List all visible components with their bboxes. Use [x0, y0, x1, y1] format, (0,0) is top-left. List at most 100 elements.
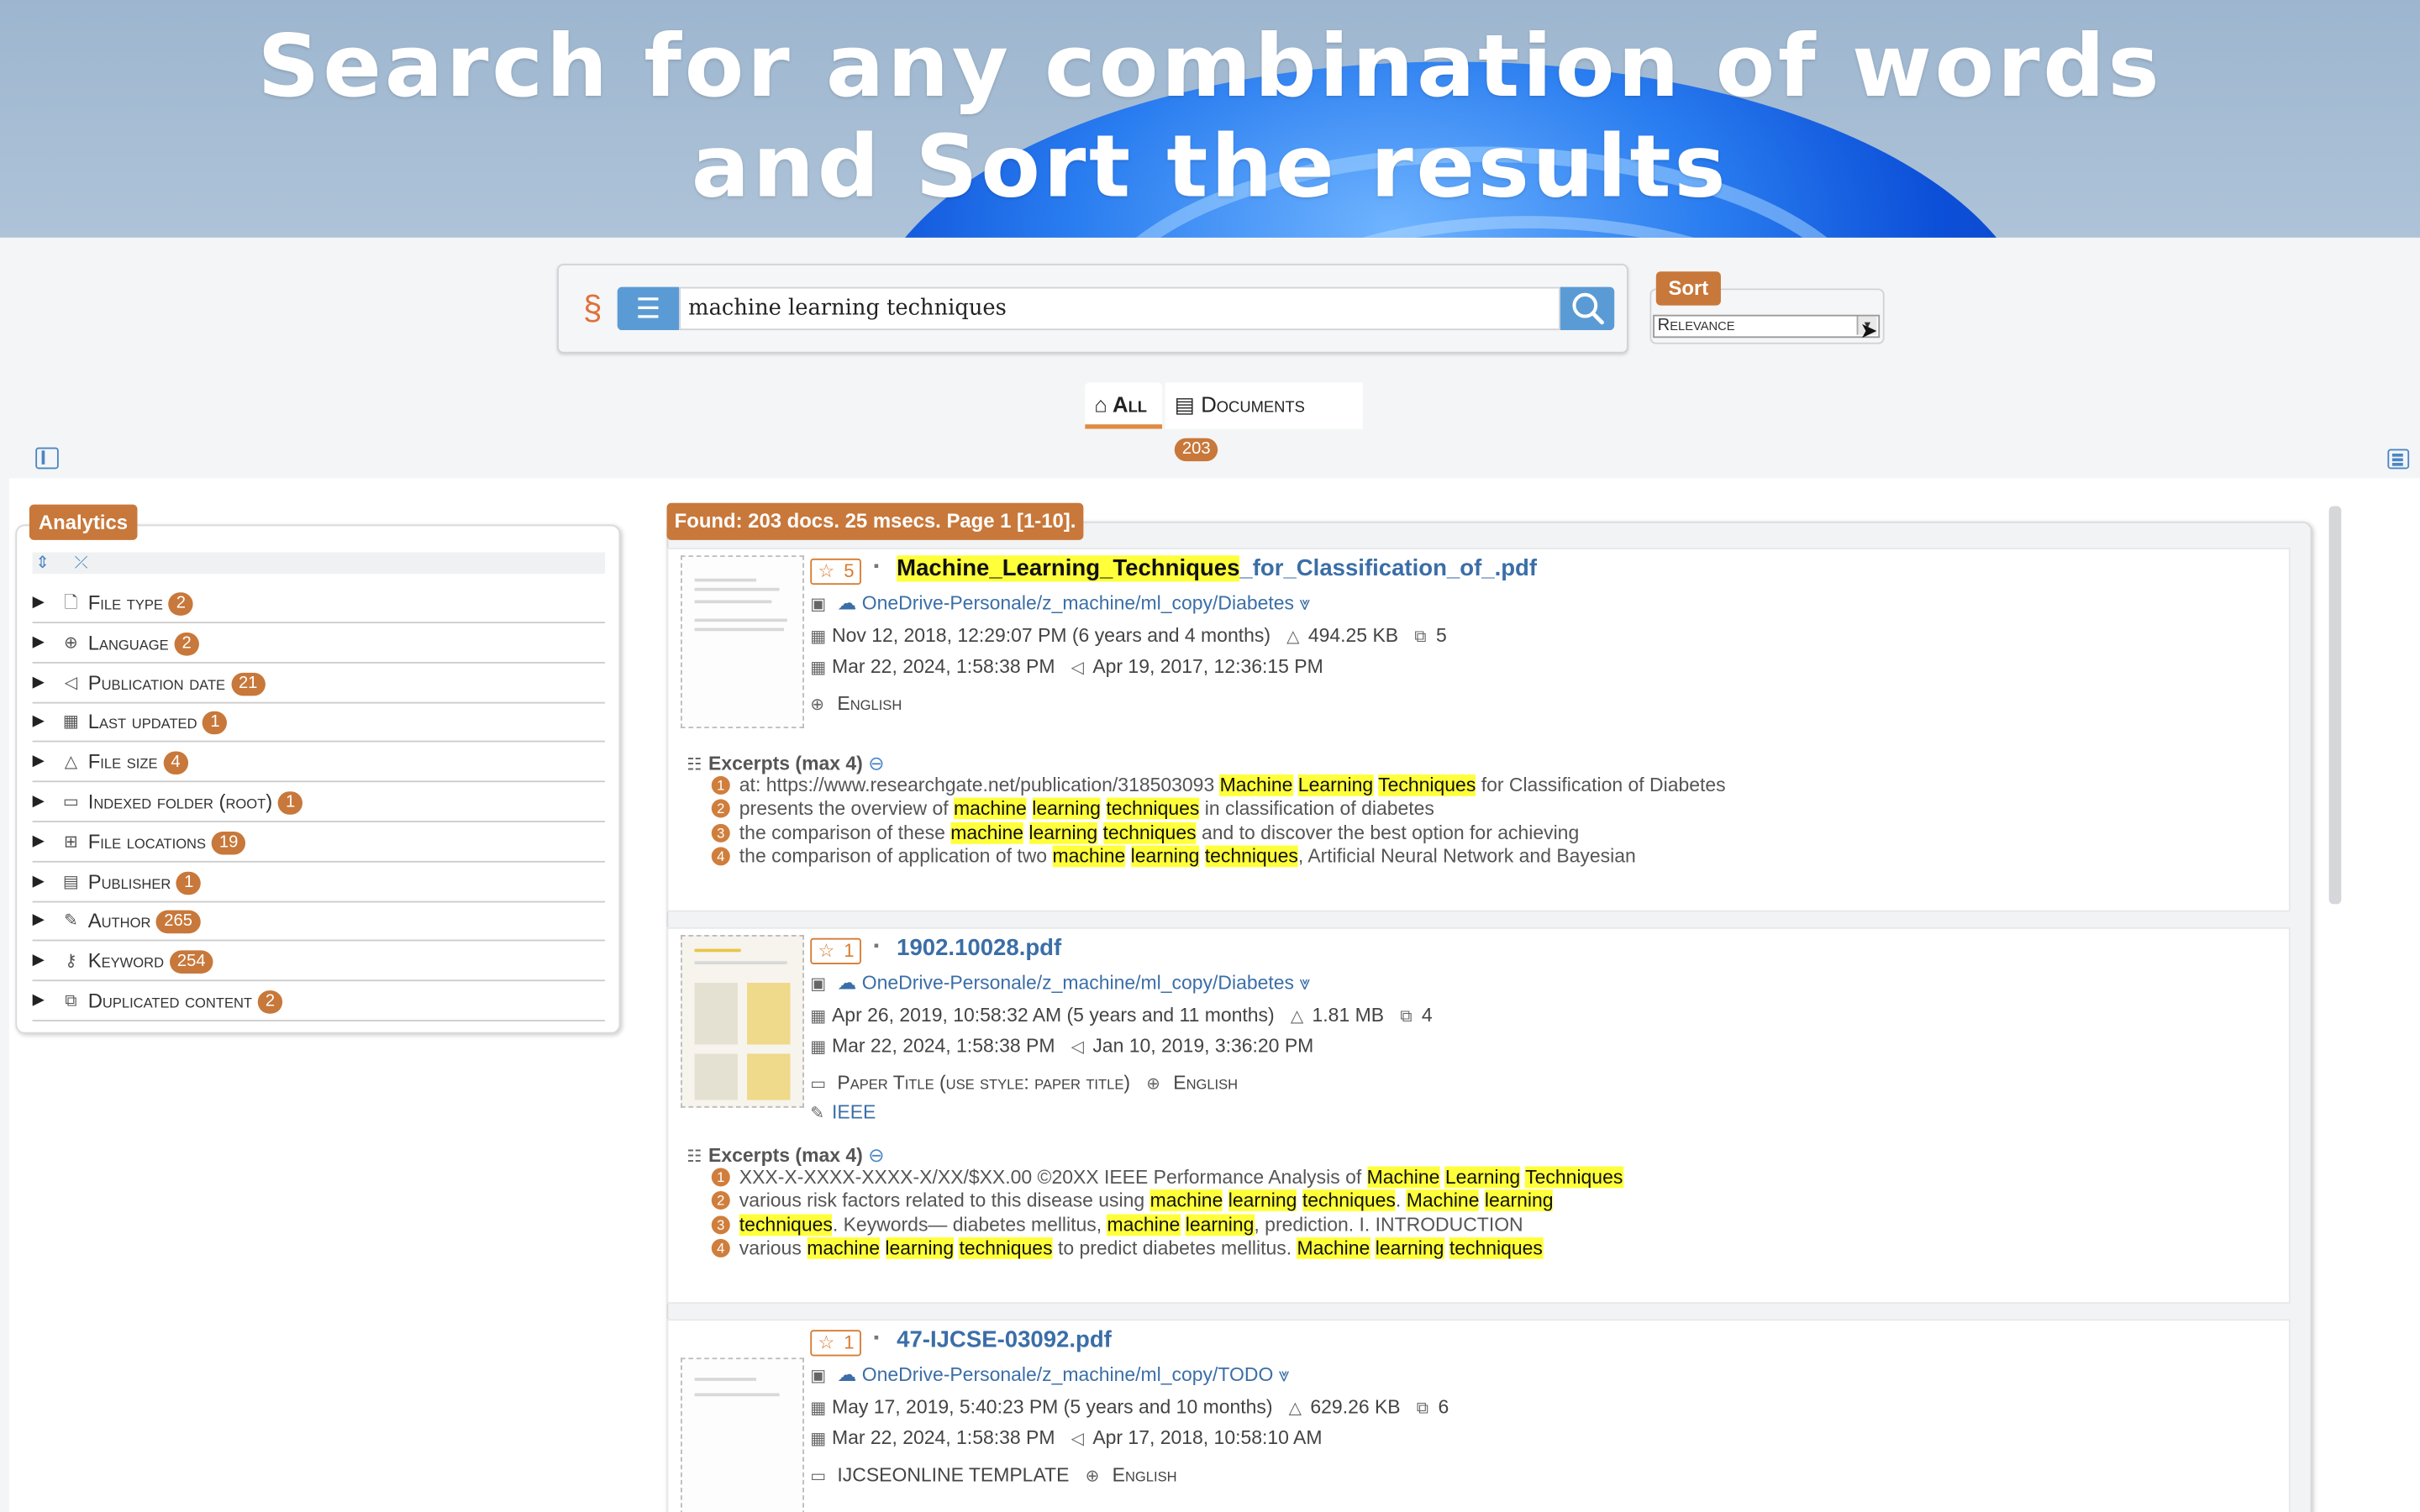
search-hit: Machine	[1366, 1166, 1440, 1189]
excerpt-text: . Keywords— diabetes mellitus,	[832, 1213, 1107, 1236]
filter-path-icon[interactable]: ⩔	[1279, 1364, 1290, 1386]
pdf-icon: ▪	[873, 937, 880, 955]
result-path[interactable]: ▣ ☁ OneDrive-Personale/z_machine/ml_copy…	[810, 591, 1310, 615]
facet-item[interactable]: ▶ ⊕ Language 2	[32, 625, 605, 664]
expand-triangle-icon[interactable]: ▶	[33, 823, 51, 860]
facet-item[interactable]: ▶ ✎ Author 265	[32, 903, 605, 942]
excerpt-line: 1 at: https://www.researchgate.net/public…	[711, 774, 1726, 798]
list-view-icon[interactable]	[2387, 449, 2410, 470]
rank-value: 1	[844, 1331, 855, 1353]
excerpt-text	[1023, 822, 1028, 843]
excerpt-line: 2 presents the overview of machine learni…	[711, 798, 1434, 822]
excerpt-line: 3 the comparison of these machine learnin…	[711, 822, 1579, 845]
excerpts-title: Excerpts (max 4)	[708, 1144, 863, 1167]
document-thumbnail[interactable]	[680, 1357, 804, 1512]
expand-triangle-icon[interactable]: ▶	[33, 744, 51, 781]
collapse-all-icon[interactable]: ⤫	[75, 554, 88, 572]
weight-icon: △	[1286, 627, 1300, 647]
excerpt-number: 1	[711, 1168, 730, 1187]
search-hit: techniques	[1449, 1236, 1543, 1259]
result-path[interactable]: ▣ ☁ OneDrive-Personale/z_machine/ml_copy…	[810, 1362, 1289, 1387]
expand-triangle-icon[interactable]: ▶	[33, 943, 51, 980]
excerpt-text	[1125, 845, 1130, 867]
collapse-excerpts-icon[interactable]: ⊖	[868, 1145, 884, 1167]
search-box: § ☰ machine learning techniques	[557, 264, 1628, 354]
calendar-icon: ▦	[62, 713, 80, 732]
facet-label: Author	[87, 909, 151, 933]
facet-item[interactable]: ▶ 🗋 File type 2	[32, 585, 605, 624]
excerpt-text: at: https://www.researchgate.net/publica…	[739, 774, 1220, 796]
star-icon: ☆	[818, 559, 835, 582]
facet-label: File size	[87, 749, 158, 774]
title-highlight: Machine_Learning_Techniques	[897, 555, 1240, 582]
pages-icon: ⧉	[1414, 627, 1427, 647]
collapse-excerpts-icon[interactable]: ⊖	[868, 753, 884, 774]
document-thumbnail[interactable]	[680, 555, 804, 728]
facet-item[interactable]: ▶ ⧉ Duplicated content 2	[32, 983, 605, 1021]
search-button[interactable]	[1560, 286, 1615, 331]
expand-triangle-icon[interactable]: ▶	[33, 625, 51, 662]
excerpt-line: 3 techniques. Keywords— diabetes mellitus…	[711, 1213, 1523, 1237]
search-hit: techniques	[959, 1236, 1053, 1259]
tab-documents-label: Documents	[1201, 391, 1305, 417]
rank-value: 5	[844, 559, 855, 582]
tab-documents[interactable]: ▤ Documents 203	[1165, 382, 1363, 462]
facet-item[interactable]: ▶ ▭ Indexed folder (root) 1	[32, 784, 605, 822]
excerpt-text: , prediction. I. INTRODUCTION	[1254, 1213, 1523, 1236]
facet-item[interactable]: ▶ ▦ Last updated 1	[32, 704, 605, 743]
expand-triangle-icon[interactable]: ▶	[33, 903, 51, 940]
meta-publisher[interactable]: ✎ IEEE	[810, 1101, 876, 1123]
meta-title-language: ▭ IJCSEONLINE TEMPLATE ⊕ English	[810, 1464, 1176, 1486]
facet-count-badge: 4	[163, 751, 188, 775]
expand-all-icon[interactable]: ⇕	[35, 554, 50, 572]
banner-line-1: Search for any combination of words	[257, 17, 2163, 118]
calendar-icon: ▦	[810, 1430, 827, 1449]
facet-item[interactable]: ▶ ◁ Publication date 21	[32, 664, 605, 703]
facet-count-badge: 21	[230, 672, 266, 696]
cloud-icon: ☁	[837, 972, 857, 994]
expand-triangle-icon[interactable]: ▶	[33, 864, 51, 900]
facet-label: Keyword	[87, 948, 165, 973]
excerpt-text	[1297, 1190, 1302, 1212]
facet-item[interactable]: ▶ ⊞ File locations 19	[32, 823, 605, 863]
meta-language: ⊕ English	[810, 693, 902, 715]
facet-item[interactable]: ▶ △ File size 4	[32, 744, 605, 783]
app-logo-icon[interactable]: §	[577, 288, 608, 328]
facet-label: Publication date	[87, 670, 226, 694]
result-title[interactable]: 47-IJCSE-03092.pdf	[897, 1327, 1112, 1353]
expand-triangle-icon[interactable]: ▶	[33, 585, 51, 622]
filter-path-icon[interactable]: ⩔	[1299, 972, 1310, 994]
expand-triangle-icon[interactable]: ▶	[33, 784, 51, 821]
facet-item[interactable]: ▶ ⚷ Keyword 254	[32, 943, 605, 982]
tab-all[interactable]: ⌂ All	[1085, 382, 1163, 429]
globe-icon: ⊕	[1085, 1467, 1100, 1486]
search-hit: Machine	[1406, 1189, 1480, 1212]
excerpt-text	[1479, 1190, 1484, 1212]
cloud-icon: ☁	[837, 592, 857, 615]
filter-button[interactable]: ☰	[617, 286, 680, 331]
sort-select[interactable]: Relevance	[1653, 314, 1881, 339]
facet-toolbar: ⇕ ⤫	[32, 552, 605, 575]
result-path[interactable]: ▣ ☁ OneDrive-Personale/z_machine/ml_copy…	[810, 970, 1310, 995]
facet-label: Indexed folder (root)	[87, 790, 273, 813]
search-hit: machine	[950, 822, 1024, 843]
results-scrollbar[interactable]	[2328, 506, 2342, 905]
result-title[interactable]: Machine_Learning_Techniques_for_Classifi…	[897, 555, 1537, 582]
filter-path-icon[interactable]: ⩔	[1299, 592, 1310, 614]
search-hit: Machine	[1219, 774, 1293, 796]
expand-triangle-icon[interactable]: ▶	[33, 664, 51, 701]
excerpt-text: for Classification of Diabetes	[1476, 774, 1726, 796]
expand-triangle-icon[interactable]: ▶	[33, 983, 51, 1020]
result-title[interactable]: 1902.10028.pdf	[897, 935, 1061, 961]
sidebar-toggle-icon[interactable]	[35, 447, 59, 470]
excerpt-number: 4	[711, 847, 730, 866]
calendar-icon: ▦	[810, 1007, 827, 1026]
facet-count-badge: 19	[211, 831, 246, 855]
excerpts-title: Excerpts (max 4)	[708, 753, 863, 775]
search-hit: Learning	[1444, 1166, 1521, 1189]
search-input[interactable]: machine learning techniques	[679, 286, 1560, 331]
document-thumbnail[interactable]	[680, 935, 804, 1108]
copy-icon: ⧉	[65, 992, 77, 1011]
facet-item[interactable]: ▶ ▤ Publisher 1	[32, 864, 605, 902]
expand-triangle-icon[interactable]: ▶	[33, 704, 51, 741]
